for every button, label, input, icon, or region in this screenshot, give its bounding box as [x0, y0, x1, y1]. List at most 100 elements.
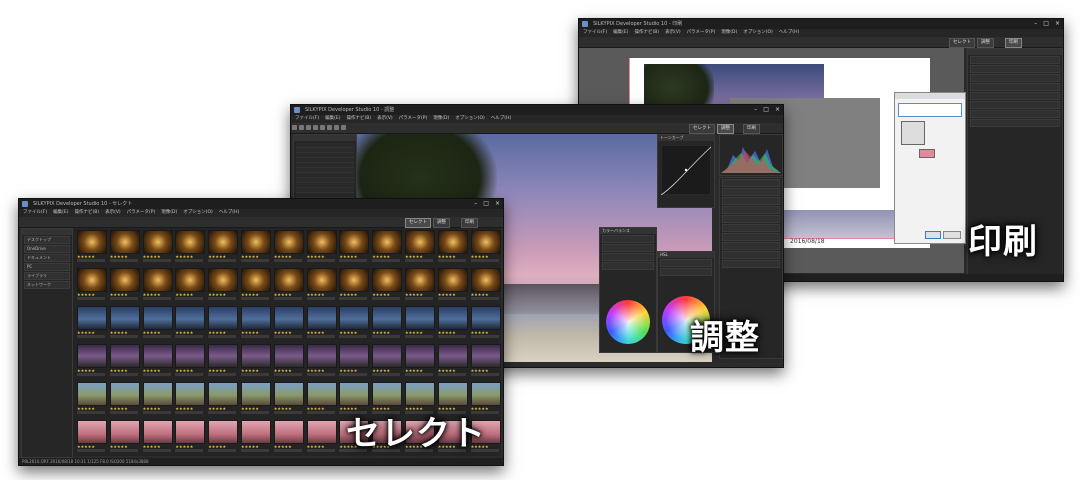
menu-navi[interactable]: 操作ナビ(B) [634, 29, 659, 37]
thumbnail[interactable] [372, 230, 403, 254]
thumbnail[interactable] [405, 230, 435, 254]
thumbnail[interactable] [208, 230, 239, 254]
thumbnail[interactable] [208, 344, 239, 368]
thumbnail[interactable] [470, 268, 501, 292]
thumbnail[interactable] [405, 268, 435, 292]
thumbnail[interactable] [241, 420, 271, 444]
thumbnail[interactable] [208, 306, 239, 330]
tool-icon[interactable] [292, 125, 297, 130]
thumbnail[interactable] [241, 344, 271, 368]
thumbnail[interactable] [437, 268, 468, 292]
menu-help[interactable]: ヘルプ(H) [219, 209, 239, 217]
thumbnail[interactable] [339, 382, 370, 406]
tool-icon[interactable] [334, 125, 339, 130]
thumbnail[interactable] [273, 306, 304, 330]
folder-item[interactable]: OneDrive [24, 245, 70, 253]
maximize-icon[interactable]: □ [1043, 19, 1049, 29]
thumbnail[interactable] [142, 382, 173, 406]
tool-icon[interactable] [306, 125, 311, 130]
control-row[interactable] [722, 251, 780, 259]
menu-param[interactable]: パラメータ(P) [127, 209, 156, 217]
thumbnail[interactable] [470, 344, 501, 368]
slider-row[interactable] [602, 262, 654, 270]
slider-row[interactable] [660, 259, 712, 267]
thumbnail[interactable] [273, 344, 304, 368]
menu-option[interactable]: オプション(O) [183, 209, 213, 217]
tab-select[interactable]: セレクト [405, 218, 431, 228]
thumbnail[interactable] [372, 344, 403, 368]
slider-row[interactable] [602, 244, 654, 252]
menu-file[interactable]: ファイル(F) [23, 209, 47, 217]
thumbnail[interactable] [470, 306, 501, 330]
folder-item[interactable]: ドキュメント [24, 254, 70, 262]
text-field[interactable] [970, 110, 1060, 118]
thumbnail[interactable] [306, 230, 337, 254]
thumbnail[interactable] [77, 268, 107, 292]
dialog-cancel-button[interactable] [943, 231, 961, 239]
menu-file[interactable]: ファイル(F) [583, 29, 607, 37]
menu-view[interactable]: 表示(V) [105, 209, 121, 217]
thumbnail[interactable] [241, 306, 271, 330]
minimize-icon[interactable]: – [754, 105, 757, 115]
thumbnail[interactable] [273, 382, 304, 406]
thumbnail[interactable] [208, 268, 239, 292]
folder-item[interactable]: PC [24, 263, 70, 271]
layout-select[interactable] [970, 74, 1060, 82]
slider-row[interactable] [602, 235, 654, 243]
thumbnail[interactable] [306, 420, 337, 444]
printer-select[interactable] [970, 56, 1060, 64]
thumbnail[interactable] [175, 344, 206, 368]
menu-help[interactable]: ヘルプ(H) [491, 115, 511, 123]
thumbnail[interactable] [437, 306, 468, 330]
thumbnail[interactable] [306, 306, 337, 330]
close-icon[interactable]: × [775, 105, 780, 115]
close-icon[interactable]: × [495, 199, 500, 209]
date-option[interactable] [970, 119, 1060, 127]
tool-icon[interactable] [320, 125, 325, 130]
maximize-icon[interactable]: □ [763, 105, 769, 115]
thumbnail[interactable] [241, 230, 271, 254]
menu-edit[interactable]: 編集(E) [325, 115, 340, 123]
thumbnail[interactable] [273, 420, 304, 444]
thumbnail[interactable] [142, 230, 173, 254]
folder-item[interactable]: デスクトップ [24, 236, 70, 244]
menu-help[interactable]: ヘルプ(H) [779, 29, 799, 37]
menu-edit[interactable]: 編集(E) [613, 29, 628, 37]
menu-edit[interactable]: 編集(E) [53, 209, 68, 217]
tab-print[interactable]: 印刷 [743, 124, 760, 134]
tab-select[interactable]: セレクト [949, 38, 975, 48]
close-icon[interactable]: × [1055, 19, 1060, 29]
menu-navi[interactable]: 操作ナビ(B) [74, 209, 99, 217]
thumbnail[interactable] [372, 268, 403, 292]
control-row[interactable] [722, 215, 780, 223]
menu-develop[interactable]: 現像(D) [721, 29, 737, 37]
thumbnail[interactable] [339, 230, 370, 254]
menu-develop[interactable]: 現像(D) [433, 115, 449, 123]
thumbnail[interactable] [175, 420, 206, 444]
thumbnail[interactable] [306, 268, 337, 292]
minimize-icon[interactable]: – [1034, 19, 1037, 29]
thumbnail[interactable] [77, 306, 107, 330]
thumbnail[interactable] [273, 230, 304, 254]
tab-print[interactable]: 印刷 [461, 218, 478, 228]
tab-print[interactable]: 印刷 [1005, 38, 1022, 48]
thumbnail[interactable] [142, 344, 173, 368]
thumbnail[interactable] [273, 268, 304, 292]
folder-item[interactable]: ライブラリ [24, 272, 70, 280]
tone-curve-graph[interactable] [661, 145, 711, 195]
menu-navi[interactable]: 操作ナビ(B) [346, 115, 371, 123]
thumbnail[interactable] [470, 230, 501, 254]
control-row[interactable] [722, 260, 780, 268]
thumbnail[interactable] [405, 382, 435, 406]
thumbnail[interactable] [241, 382, 271, 406]
menu-option[interactable]: オプション(O) [455, 115, 485, 123]
thumbnail[interactable] [109, 382, 140, 406]
size-field[interactable] [970, 92, 1060, 100]
tab-adjust[interactable]: 調整 [717, 124, 734, 134]
tool-icon[interactable] [327, 125, 332, 130]
thumbnail[interactable] [339, 306, 370, 330]
thumbnail[interactable] [241, 268, 271, 292]
control-row[interactable] [722, 179, 780, 187]
control-row[interactable] [722, 206, 780, 214]
control-row[interactable] [722, 224, 780, 232]
